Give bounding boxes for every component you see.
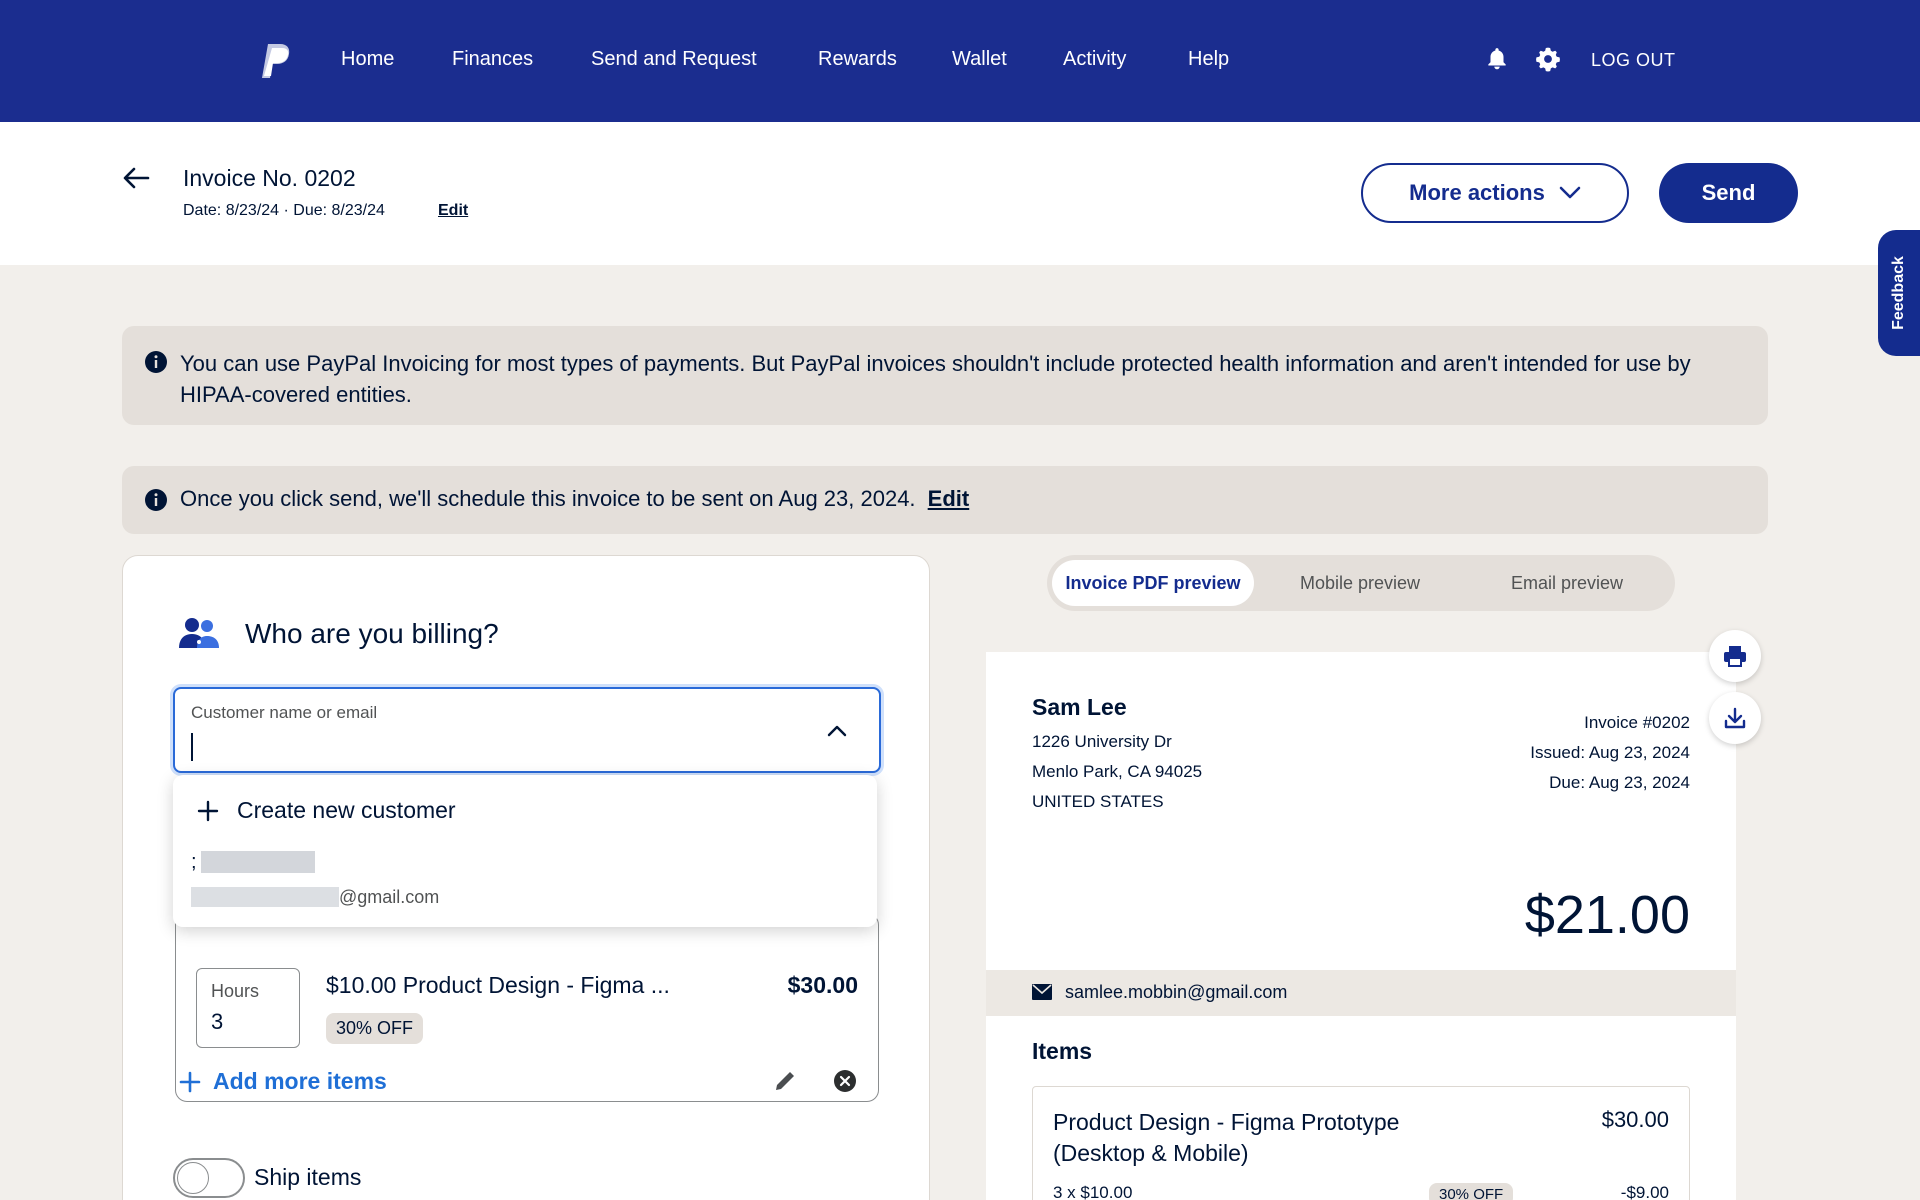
create-new-customer-label: Create new customer xyxy=(237,797,456,823)
chevron-down-icon xyxy=(1559,186,1581,199)
customer-name: Sam Lee xyxy=(1032,694,1127,720)
ship-items-label: Ship items xyxy=(254,1164,362,1190)
issued-date: Issued: Aug 23, 2024 xyxy=(1530,743,1690,762)
invoice-title: Invoice No. 0202 xyxy=(183,165,356,191)
logout-link[interactable]: LOG OUT xyxy=(1591,50,1676,71)
gear-icon[interactable] xyxy=(1535,46,1561,72)
invoice-header: Invoice No. 0202 Date: 8/23/24 · Due: 8/… xyxy=(0,122,1920,265)
back-arrow-icon[interactable] xyxy=(120,162,152,194)
preview-item-name: Product Design - Figma Prototype (Deskto… xyxy=(1053,1109,1400,1166)
plus-icon xyxy=(197,800,219,821)
add-more-items-button[interactable]: Add more items xyxy=(179,1068,387,1095)
remove-item-icon[interactable] xyxy=(832,1068,858,1094)
nav-wallet[interactable]: Wallet xyxy=(952,48,1007,71)
customer-name-prefix: ; xyxy=(191,851,197,873)
chevron-up-icon[interactable] xyxy=(825,719,849,743)
text-caret xyxy=(191,733,193,761)
tab-invoice-pdf-preview[interactable]: Invoice PDF preview xyxy=(1052,560,1254,606)
items-heading: Items xyxy=(1032,1038,1093,1064)
customer-dropdown: Create new customer ; @gmail.com xyxy=(173,775,877,927)
redacted-email xyxy=(191,887,339,907)
paypal-logo-icon[interactable] xyxy=(258,42,292,82)
customer-search-input[interactable]: Customer name or email xyxy=(173,687,881,773)
address-line-2: Menlo Park, CA 94025 xyxy=(1032,762,1203,781)
preview-item-price: $30.00 xyxy=(1601,1107,1669,1132)
customer-email: samlee.mobbin@gmail.com xyxy=(1065,982,1288,1002)
hours-value: 3 xyxy=(211,1009,224,1034)
nav-activity[interactable]: Activity xyxy=(1063,48,1126,71)
hours-input[interactable]: Hours 3 xyxy=(196,968,300,1048)
redacted-name xyxy=(201,851,315,873)
create-new-customer-option[interactable]: Create new customer xyxy=(197,797,456,824)
schedule-alert-text: Once you click send, we'll schedule this… xyxy=(180,486,916,511)
customer-email-domain: @gmail.com xyxy=(339,887,440,907)
email-bar: samlee.mobbin@gmail.com xyxy=(986,970,1736,1016)
printer-icon xyxy=(1724,646,1746,667)
invoice-dates: Date: 8/23/24 · Due: 8/23/24 xyxy=(183,202,385,219)
feedback-tab[interactable]: Feedback xyxy=(1878,230,1920,356)
customer-input-label: Customer name or email xyxy=(191,703,378,722)
customer-option[interactable]: ; @gmail.com xyxy=(191,845,851,915)
info-icon xyxy=(145,489,167,511)
more-actions-label: More actions xyxy=(1409,180,1545,205)
pencil-icon[interactable] xyxy=(772,1068,798,1094)
invoice-number: Invoice #0202 xyxy=(1584,713,1690,732)
preview-item-qty: 3 x $10.00 xyxy=(1053,1183,1133,1200)
nav-help[interactable]: Help xyxy=(1188,48,1229,71)
invoice-total: $21.00 xyxy=(1524,885,1690,945)
bell-icon[interactable] xyxy=(1484,46,1510,72)
nav-finances[interactable]: Finances xyxy=(452,48,533,71)
print-button[interactable] xyxy=(1709,630,1761,682)
line-item-price: $30.00 xyxy=(787,972,858,998)
billing-title: Who are you billing? xyxy=(245,618,499,649)
nav-rewards[interactable]: Rewards xyxy=(818,48,897,71)
more-actions-button[interactable]: More actions xyxy=(1361,163,1629,223)
tab-mobile-preview[interactable]: Mobile preview xyxy=(1262,560,1458,606)
line-item-name: $10.00 Product Design - Figma ... xyxy=(326,972,670,998)
send-button[interactable]: Send xyxy=(1659,163,1798,223)
preview-tabs: Invoice PDF preview Mobile preview Email… xyxy=(1047,555,1675,611)
hipaa-alert: You can use PayPal Invoicing for most ty… xyxy=(122,326,1768,425)
download-button[interactable] xyxy=(1709,692,1761,744)
invoice-preview: Sam Lee 1226 University Dr Menlo Park, C… xyxy=(986,652,1736,1200)
address-line-3: UNITED STATES xyxy=(1032,792,1164,811)
ship-items-toggle[interactable] xyxy=(173,1158,245,1198)
hours-label: Hours xyxy=(211,981,260,1001)
schedule-alert: Once you click send, we'll schedule this… xyxy=(122,466,1768,534)
schedule-edit-link[interactable]: Edit xyxy=(928,486,970,511)
toggle-knob xyxy=(177,1162,209,1194)
download-icon xyxy=(1724,707,1746,729)
preview-item-discount: -$9.00 xyxy=(1620,1183,1669,1200)
hipaa-alert-text: You can use PayPal Invoicing for most ty… xyxy=(180,351,1691,407)
add-more-items-label: Add more items xyxy=(213,1068,387,1094)
nav-send-and-request[interactable]: Send and Request xyxy=(591,48,757,71)
due-date: Due: Aug 23, 2024 xyxy=(1549,773,1690,792)
invoice-edit-link[interactable]: Edit xyxy=(438,202,468,220)
tab-email-preview[interactable]: Email preview xyxy=(1466,560,1668,606)
customers-icon xyxy=(179,618,219,648)
nav-home[interactable]: Home xyxy=(341,48,394,71)
info-icon xyxy=(145,351,167,373)
discount-badge: 30% OFF xyxy=(326,1013,424,1044)
feedback-label: Feedback xyxy=(1890,256,1907,330)
mail-icon xyxy=(1032,984,1052,1000)
plus-icon xyxy=(179,1071,201,1092)
preview-line-item: Product Design - Figma Prototype (Deskto… xyxy=(1032,1086,1690,1200)
preview-discount-badge: 30% OFF xyxy=(1429,1183,1514,1200)
top-nav: Home Finances Send and Request Rewards W… xyxy=(0,0,1920,122)
address-line-1: 1226 University Dr xyxy=(1032,732,1172,751)
